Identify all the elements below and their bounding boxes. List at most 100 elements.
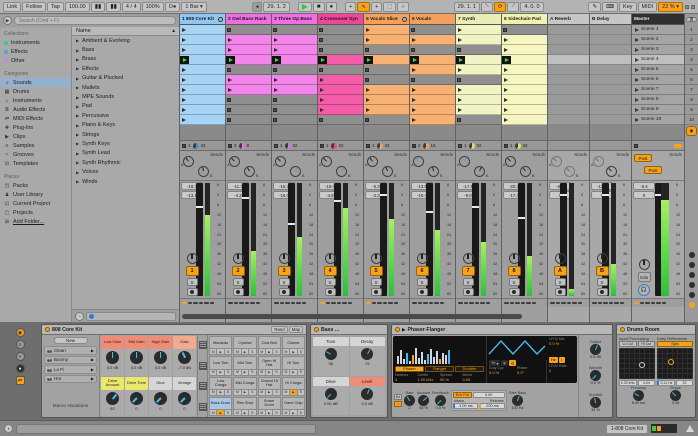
playing-indicator[interactable] [318, 55, 327, 64]
clip-slot[interactable] [502, 95, 547, 105]
quantization-menu[interactable]: 1 Bar ▾ [181, 1, 207, 12]
step-grid-icon[interactable] [198, 382, 207, 391]
return-slot[interactable] [590, 35, 631, 45]
return-slot[interactable] [548, 55, 589, 65]
clip-slot-playing[interactable] [318, 55, 363, 65]
expand-arrow-icon[interactable]: ▶ [76, 179, 79, 184]
solo-button[interactable]: S [416, 278, 428, 286]
clip-play-icon[interactable] [366, 87, 370, 92]
macro-knob[interactable] [154, 391, 167, 405]
clip-slot[interactable] [180, 115, 225, 125]
macro-variation-row[interactable]: 📷 Hot ▶ [44, 374, 97, 383]
return-slot[interactable] [548, 65, 589, 75]
clip-slot[interactable] [364, 105, 409, 115]
track-stop-button[interactable] [458, 143, 462, 148]
clip-slot-empty[interactable] [226, 65, 271, 75]
master-solo-button[interactable]: Solo [637, 272, 651, 282]
pan-knob[interactable] [324, 253, 336, 264]
metronome-button[interactable]: O● [164, 1, 181, 12]
io-show-hide-button[interactable]: ≣ [686, 17, 697, 22]
clip-slot-empty[interactable] [364, 115, 409, 125]
macro-knob[interactable] [106, 351, 119, 364]
solo-button[interactable]: S [186, 278, 198, 286]
return-slot[interactable] [548, 85, 589, 95]
macro-name[interactable]: Mid Gain [125, 336, 148, 349]
clip-play-icon[interactable] [504, 87, 508, 92]
lfo2-hz-button[interactable]: Hz [549, 356, 558, 363]
tap-tempo-button[interactable]: Tap [47, 1, 64, 12]
drum-pad-cow-bell[interactable]: Cow Bell M ▶ S [257, 336, 281, 356]
clip-slot[interactable] [318, 75, 363, 85]
track-activator-button[interactable]: 7 [461, 266, 475, 276]
param-value[interactable]: 1.00 kHz [418, 377, 440, 382]
clip-slot[interactable] [364, 25, 409, 35]
clip-stop-icon[interactable] [227, 97, 231, 102]
pad-mute-button[interactable]: M [210, 369, 218, 375]
clip-play-icon[interactable] [228, 87, 232, 92]
back-to-arrangement-button[interactable]: ◂ [251, 1, 263, 12]
expand-arrow-icon[interactable]: ▶ [76, 151, 79, 156]
browser-list-item[interactable]: ▶ Piano & Keys [72, 121, 179, 130]
scene-row[interactable]: Scene 3 [632, 45, 684, 55]
scene-play-icon[interactable] [635, 117, 639, 122]
macro-knob[interactable] [106, 391, 119, 405]
clip-slot[interactable] [364, 35, 409, 45]
solo-button[interactable]: S [462, 278, 474, 286]
drop-area[interactable] [272, 125, 317, 141]
pad-solo-button[interactable]: S [273, 369, 280, 375]
drum-pad-hi-tom[interactable]: Hi Tom M ▶ S [281, 356, 305, 376]
pad-play-button[interactable]: ▶ [265, 349, 274, 355]
clip-play-icon[interactable] [182, 117, 186, 122]
return-slot[interactable] [590, 55, 631, 65]
pan-knob[interactable] [508, 253, 520, 264]
clip-stop-icon[interactable] [273, 67, 277, 72]
clip-play-icon[interactable] [412, 37, 416, 42]
output-value[interactable]: 0.0 dB [590, 355, 601, 359]
track-header[interactable]: 3 Three Op Bass [272, 14, 317, 25]
drum-pad-rim-shot[interactable]: Rim Shot M ▶ S [233, 396, 257, 416]
clip-slot[interactable] [502, 115, 547, 125]
clip-slot[interactable] [226, 35, 271, 45]
send-a-pre-post-button[interactable]: Post [634, 154, 652, 162]
clip-slot-empty[interactable] [318, 115, 363, 125]
clip-play-icon[interactable] [458, 107, 462, 112]
step-grid-icon[interactable] [198, 402, 207, 411]
playing-indicator[interactable] [410, 55, 419, 64]
clip-play-icon[interactable] [228, 37, 232, 42]
clip-play-icon[interactable] [412, 87, 416, 92]
place-item-user-library[interactable]: ♟ User Library [0, 190, 71, 199]
pad-solo-button[interactable]: S [273, 349, 280, 355]
show-hide-device-view-icon[interactable] [686, 425, 694, 432]
pan-knob[interactable] [638, 259, 650, 270]
return-activator-button[interactable]: A [553, 266, 567, 276]
scene-number[interactable]: 10 [685, 115, 698, 125]
preview-play-icon[interactable]: ▶ [3, 16, 12, 25]
clip-stop-icon[interactable] [227, 67, 231, 72]
scene-number[interactable]: 8 [685, 95, 698, 105]
playing-indicator[interactable] [272, 55, 281, 64]
param-value[interactable]: 50 % [440, 377, 462, 382]
return-slot[interactable] [590, 105, 631, 115]
track-activator-button[interactable]: 6 [415, 266, 429, 276]
pad-play-button[interactable]: ▶ [217, 349, 225, 355]
clip-slot-empty[interactable] [364, 45, 409, 55]
clip-slot-empty[interactable] [364, 75, 409, 85]
pad-play-button[interactable]: ▶ [241, 369, 250, 375]
pad-play-button[interactable]: ▶ [265, 369, 274, 375]
rate-value[interactable]: 2 [408, 406, 410, 410]
pad-solo-button[interactable]: S [297, 410, 304, 415]
clip-play-icon[interactable] [182, 47, 186, 52]
clip-slot[interactable] [180, 95, 225, 105]
clip-slot-empty[interactable] [226, 115, 271, 125]
section-toggle-dot[interactable] [688, 262, 695, 268]
clip-play-icon[interactable] [182, 107, 186, 112]
browser-list-item[interactable]: ▶ Pad [72, 102, 179, 111]
track-stop-button[interactable] [504, 143, 508, 148]
lfo-sync-button[interactable]: ♪ [394, 401, 402, 407]
send-knob[interactable] [198, 166, 209, 177]
arm-button[interactable] [462, 288, 474, 296]
clip-slot-playing[interactable] [364, 55, 409, 65]
macro-value[interactable]: -7.0 dB [178, 365, 191, 370]
collection-item[interactable]: Effects [0, 47, 71, 56]
track-header[interactable]: 8 Sidechain Pad [502, 14, 547, 25]
